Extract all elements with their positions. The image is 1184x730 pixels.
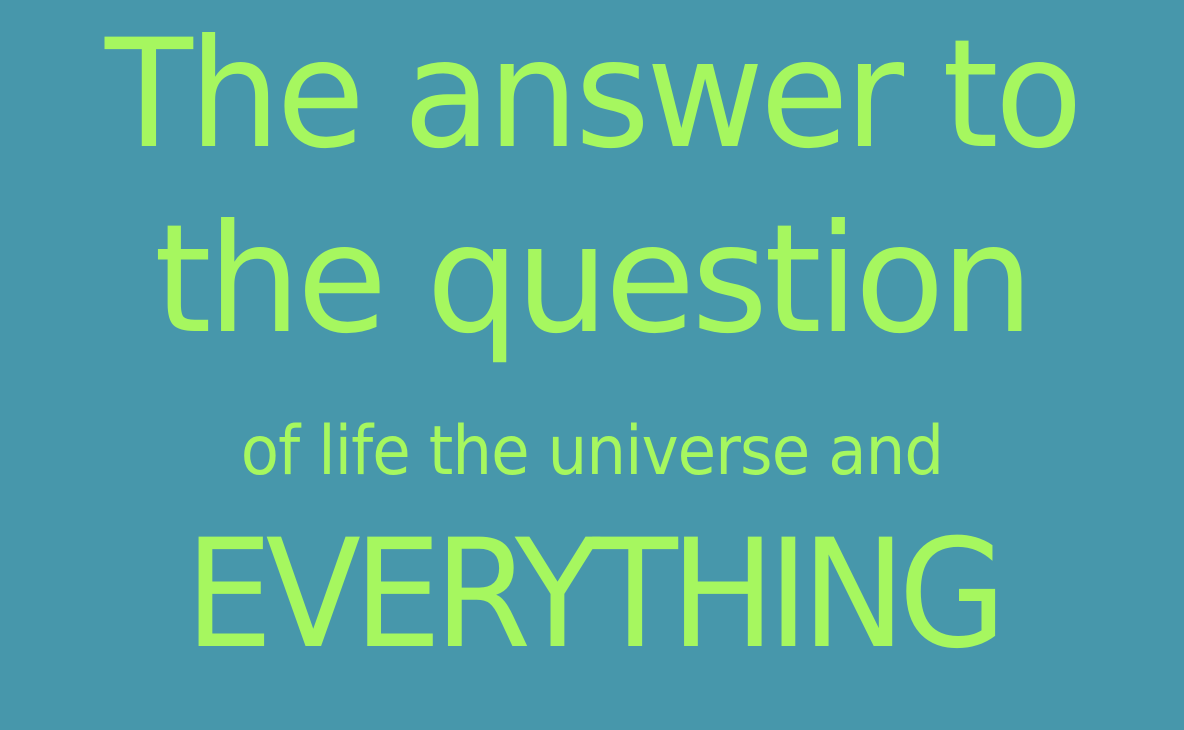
- quote-line-4: EVERYTHING: [184, 508, 1007, 682]
- quote-line-1: The answer to: [104, 8, 1083, 182]
- quote-line-3: of life the universe and: [240, 412, 944, 491]
- quote-line-2: the question: [153, 193, 1034, 367]
- quote-poster: The answer to the question of life the u…: [0, 0, 1184, 730]
